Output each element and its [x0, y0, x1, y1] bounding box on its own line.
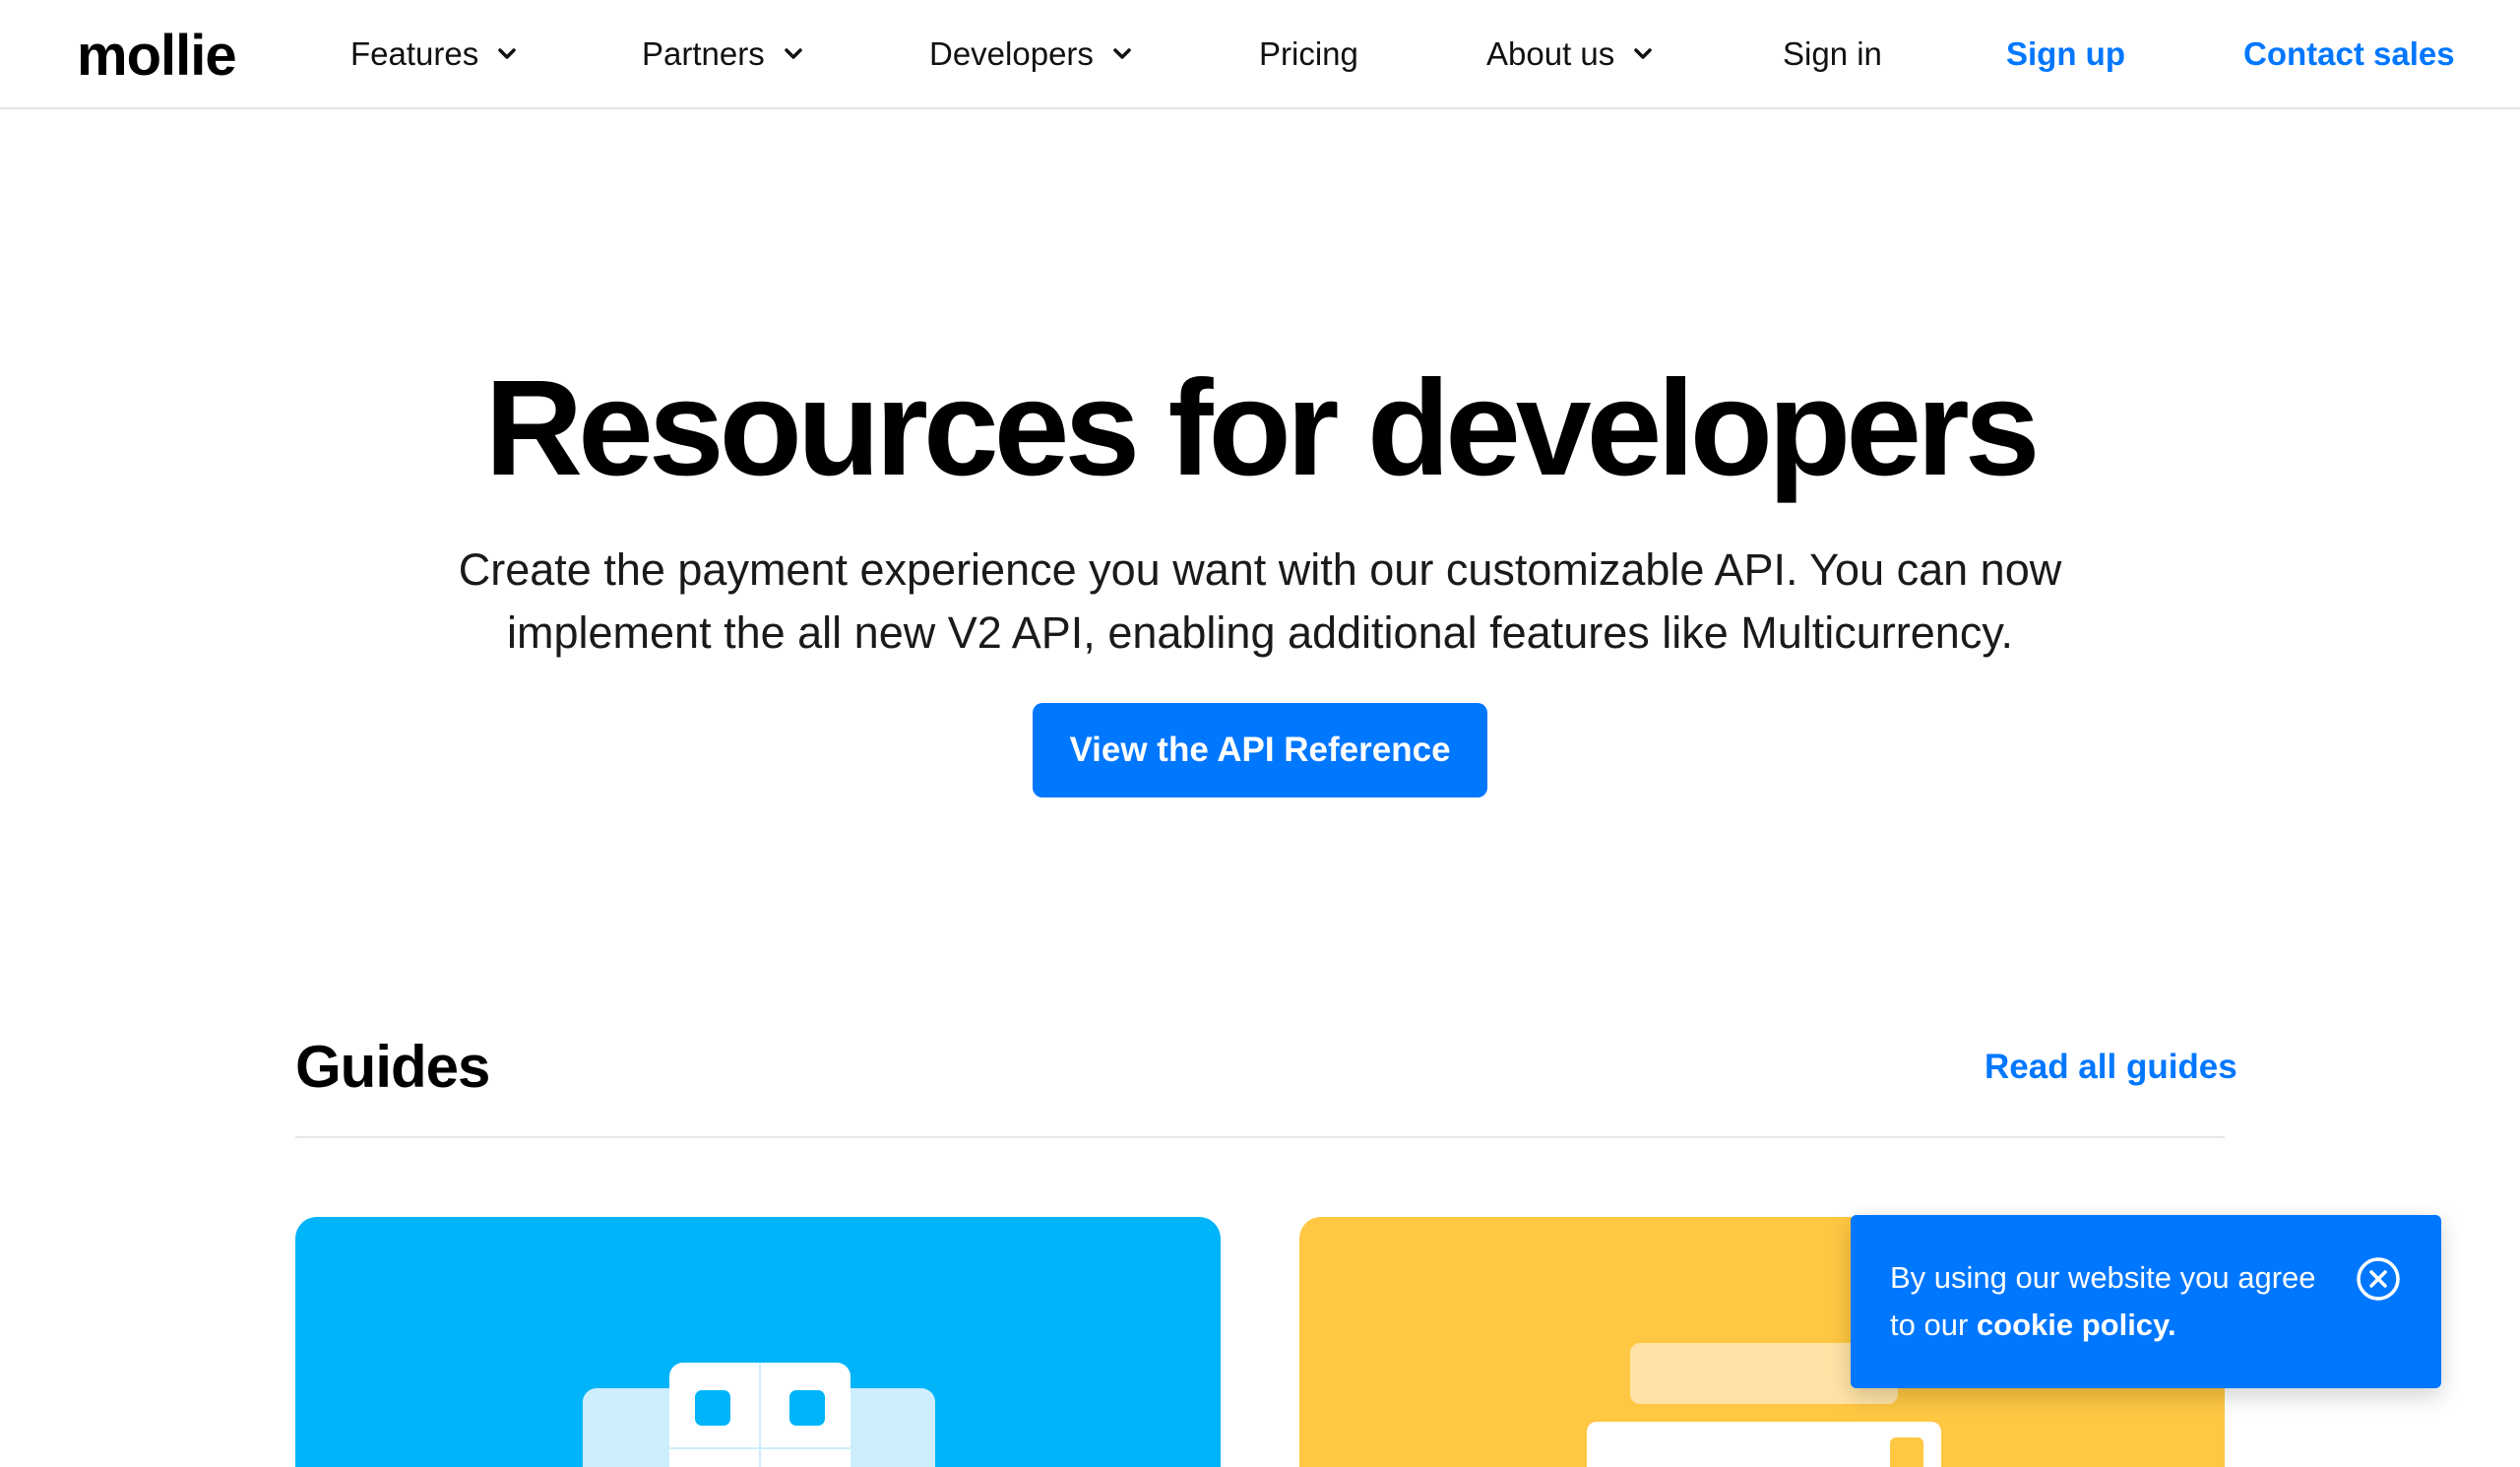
- page: mollie Features Partners Developers Pric…: [0, 0, 2520, 1467]
- view-api-reference-button[interactable]: View the API Reference: [1033, 703, 1487, 797]
- cookie-message: By using our website you agree to our co…: [1890, 1254, 2343, 1349]
- nav-developers-label: Developers: [929, 35, 1094, 72]
- hero-subtitle: Create the payment experience you want w…: [374, 539, 2146, 665]
- chevron-down-icon: [1630, 41, 1656, 67]
- chevron-down-icon: [781, 41, 806, 67]
- guides-heading: Guides: [295, 1034, 490, 1100]
- nav-partners-label: Partners: [642, 35, 765, 72]
- guides-divider: [295, 1136, 2225, 1138]
- nav-about-us-label: About us: [1486, 35, 1615, 72]
- nav-features[interactable]: Features: [350, 30, 520, 79]
- mollie-logo[interactable]: mollie: [77, 22, 237, 91]
- nav-partners[interactable]: Partners: [642, 30, 806, 79]
- read-all-guides-link[interactable]: Read all guides: [1984, 1044, 2237, 1091]
- hero-subtitle-line-1: Create the payment experience you want w…: [458, 544, 2062, 595]
- nav-pricing-label: Pricing: [1259, 35, 1358, 72]
- nav-pricing[interactable]: Pricing: [1259, 30, 1358, 79]
- chevron-down-icon: [1109, 41, 1135, 67]
- hero-subtitle-line-2: implement the all new V2 API, enabling a…: [507, 607, 2013, 658]
- sign-up-link[interactable]: Sign up: [2006, 30, 2125, 79]
- nav-sign-in-label: Sign in: [1783, 35, 1882, 72]
- guide-card-1-illustration: [583, 1363, 935, 1467]
- nav-about-us[interactable]: About us: [1486, 30, 1656, 79]
- contact-sales-link[interactable]: Contact sales: [2243, 30, 2455, 79]
- chevron-down-icon: [494, 41, 520, 67]
- nav-features-label: Features: [350, 35, 479, 72]
- cookie-banner: By using our website you agree to our co…: [1851, 1215, 2441, 1388]
- close-icon[interactable]: [2356, 1256, 2401, 1302]
- site-header: mollie Features Partners Developers Pric…: [0, 0, 2520, 109]
- cookie-policy-link[interactable]: cookie policy.: [1977, 1308, 2176, 1342]
- page-title: Resources for developers: [484, 352, 2040, 504]
- nav-developers[interactable]: Developers: [929, 30, 1135, 79]
- guide-card-1[interactable]: [295, 1217, 1221, 1467]
- nav-sign-in[interactable]: Sign in: [1783, 30, 1882, 79]
